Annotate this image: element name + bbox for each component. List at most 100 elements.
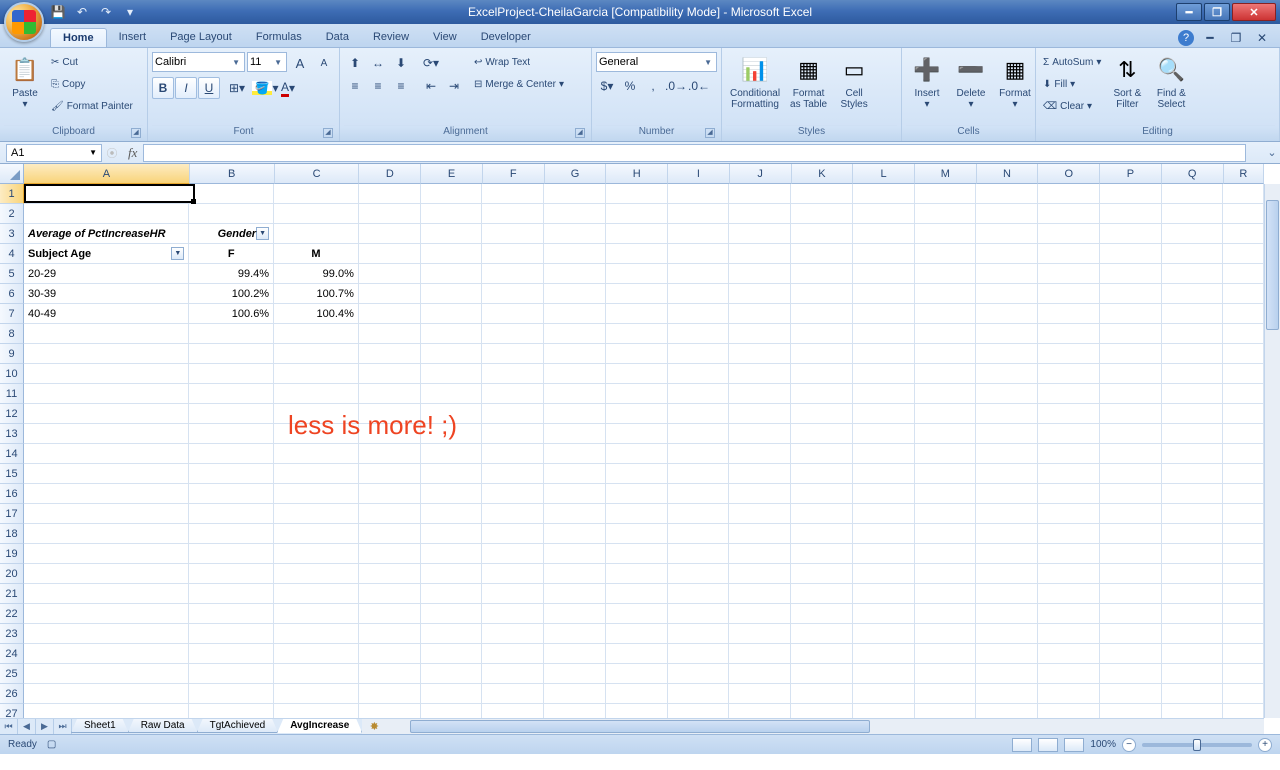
cell-Q12[interactable]	[1162, 404, 1224, 424]
cell-E1[interactable]	[421, 184, 483, 204]
cell-C17[interactable]	[274, 504, 359, 524]
fx-icon[interactable]: fx	[122, 145, 143, 161]
cell-D25[interactable]	[359, 664, 421, 684]
cell-O18[interactable]	[1038, 524, 1100, 544]
number-dialog-icon[interactable]: ◢	[705, 128, 715, 138]
cell-J16[interactable]	[729, 484, 791, 504]
cell-N18[interactable]	[976, 524, 1038, 544]
cell-E24[interactable]	[421, 644, 483, 664]
save-icon[interactable]: 💾	[48, 3, 68, 21]
cell-C3[interactable]	[274, 224, 359, 244]
row-header-6[interactable]: 6	[0, 284, 24, 304]
cell-Q21[interactable]	[1162, 584, 1224, 604]
cell-R5[interactable]	[1223, 264, 1264, 284]
cell-K15[interactable]	[791, 464, 853, 484]
vertical-scrollbar[interactable]	[1264, 184, 1280, 718]
sort-filter-button[interactable]: ⇅Sort & Filter	[1106, 52, 1148, 112]
cell-M7[interactable]	[915, 304, 977, 324]
tab-review[interactable]: Review	[361, 28, 421, 47]
cell-A16[interactable]	[24, 484, 189, 504]
cell-A20[interactable]	[24, 564, 189, 584]
cell-E9[interactable]	[421, 344, 483, 364]
cell-M21[interactable]	[915, 584, 977, 604]
name-box[interactable]: A1▼	[6, 144, 102, 162]
cell-O6[interactable]	[1038, 284, 1100, 304]
cell-L5[interactable]	[853, 264, 915, 284]
cell-F11[interactable]	[482, 384, 544, 404]
cell-I19[interactable]	[668, 544, 730, 564]
cell-R23[interactable]	[1223, 624, 1264, 644]
cell-O20[interactable]	[1038, 564, 1100, 584]
cell-P11[interactable]	[1100, 384, 1162, 404]
cell-P6[interactable]	[1100, 284, 1162, 304]
cell-I3[interactable]	[668, 224, 730, 244]
cell-Q7[interactable]	[1162, 304, 1224, 324]
cell-J5[interactable]	[729, 264, 791, 284]
cell-A5[interactable]: 20-29	[24, 264, 189, 284]
cell-I4[interactable]	[668, 244, 730, 264]
cell-C9[interactable]	[274, 344, 359, 364]
cell-I12[interactable]	[668, 404, 730, 424]
align-left-icon[interactable]: ≡	[344, 75, 366, 97]
cell-O9[interactable]	[1038, 344, 1100, 364]
cell-F7[interactable]	[482, 304, 544, 324]
border-button[interactable]: ⊞▾	[226, 77, 248, 99]
cell-L10[interactable]	[853, 364, 915, 384]
cell-B16[interactable]	[189, 484, 274, 504]
cell-M8[interactable]	[915, 324, 977, 344]
horizontal-scrollbar[interactable]	[394, 719, 1264, 734]
cell-B20[interactable]	[189, 564, 274, 584]
cell-K10[interactable]	[791, 364, 853, 384]
tab-data[interactable]: Data	[314, 28, 361, 47]
cell-O8[interactable]	[1038, 324, 1100, 344]
maximize-button[interactable]: ❐	[1204, 3, 1230, 21]
cell-M9[interactable]	[915, 344, 977, 364]
cell-M10[interactable]	[915, 364, 977, 384]
col-header-F[interactable]: F	[483, 164, 545, 184]
row-header-20[interactable]: 20	[0, 564, 24, 584]
cell-L4[interactable]	[853, 244, 915, 264]
cell-R16[interactable]	[1223, 484, 1264, 504]
cell-P21[interactable]	[1100, 584, 1162, 604]
cell-I5[interactable]	[668, 264, 730, 284]
row-header-2[interactable]: 2	[0, 204, 24, 224]
cell-P25[interactable]	[1100, 664, 1162, 684]
cell-A7[interactable]: 40-49	[24, 304, 189, 324]
cell-G3[interactable]	[544, 224, 606, 244]
cell-J2[interactable]	[729, 204, 791, 224]
cell-G25[interactable]	[544, 664, 606, 684]
cell-O21[interactable]	[1038, 584, 1100, 604]
row-header-1[interactable]: 1	[0, 184, 24, 204]
cell-M13[interactable]	[915, 424, 977, 444]
cell-K23[interactable]	[791, 624, 853, 644]
row-header-11[interactable]: 11	[0, 384, 24, 404]
underline-button[interactable]: U	[198, 77, 220, 99]
merge-center-button[interactable]: ⊟Merge & Center ▾	[471, 74, 567, 95]
cell-A15[interactable]	[24, 464, 189, 484]
sheet-tab-raw-data[interactable]: Raw Data	[128, 719, 198, 733]
cell-K9[interactable]	[791, 344, 853, 364]
cell-H1[interactable]	[606, 184, 668, 204]
cell-K1[interactable]	[791, 184, 853, 204]
cell-L14[interactable]	[853, 444, 915, 464]
cell-B21[interactable]	[189, 584, 274, 604]
row-header-19[interactable]: 19	[0, 544, 24, 564]
percent-icon[interactable]: %	[619, 75, 641, 97]
shrink-font-icon[interactable]: A	[313, 52, 335, 74]
cell-P26[interactable]	[1100, 684, 1162, 704]
cell-J3[interactable]	[729, 224, 791, 244]
cell-M6[interactable]	[915, 284, 977, 304]
cell-G4[interactable]	[544, 244, 606, 264]
cell-K8[interactable]	[791, 324, 853, 344]
cell-O25[interactable]	[1038, 664, 1100, 684]
cell-H10[interactable]	[606, 364, 668, 384]
col-header-C[interactable]: C	[275, 164, 360, 184]
cut-button[interactable]: ✂Cut	[48, 52, 136, 73]
cell-R22[interactable]	[1223, 604, 1264, 624]
cell-P4[interactable]	[1100, 244, 1162, 264]
increase-indent-icon[interactable]: ⇥	[443, 75, 465, 97]
cell-G7[interactable]	[544, 304, 606, 324]
cell-J6[interactable]	[729, 284, 791, 304]
cell-N24[interactable]	[976, 644, 1038, 664]
cell-G15[interactable]	[544, 464, 606, 484]
